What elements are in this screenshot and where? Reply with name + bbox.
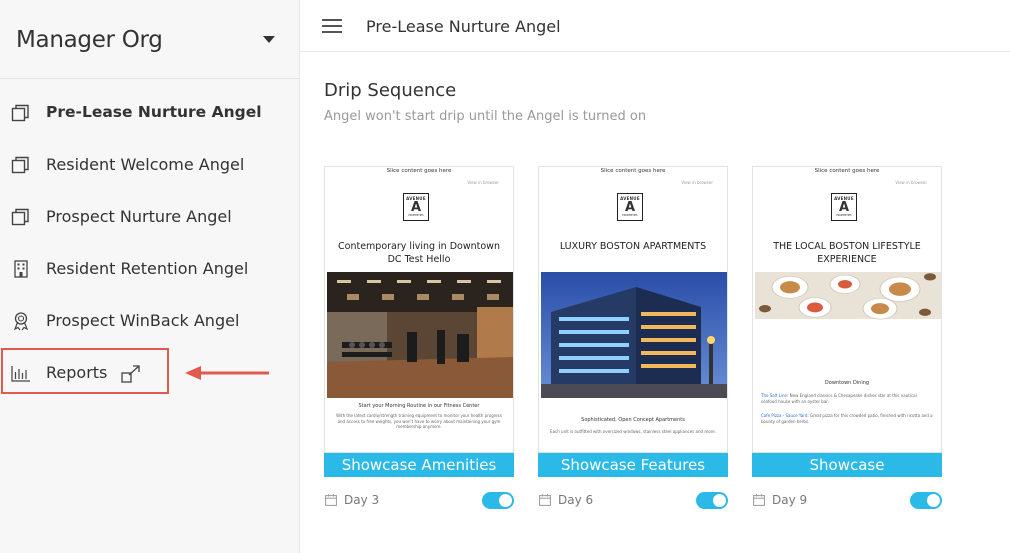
- preview-caption: Start your Morning Routine in our Fitnes…: [358, 403, 480, 409]
- org-name: Manager Org: [16, 27, 163, 53]
- preview-body: Each unit is outfitted with oversized wi…: [550, 429, 716, 434]
- section-subtitle: Angel won't start drip until the Angel i…: [324, 109, 647, 124]
- showcase-button[interactable]: Showcase: [752, 453, 942, 477]
- arrow-left-icon: [185, 366, 269, 380]
- reports-highlight-box: [1, 348, 169, 394]
- avenue-logo: AVENUE A PROPERTIES: [403, 193, 429, 221]
- sidebar-item-label: Prospect WinBack Angel: [46, 311, 240, 330]
- app: Manager Org Pre-Lease Nurture Angel Resi…: [0, 0, 1010, 553]
- sidebar-item-label: Resident Retention Angel: [46, 259, 249, 278]
- calendar-icon: [539, 494, 551, 506]
- sidebar-item-label: Pre-Lease Nurture Angel: [46, 103, 262, 121]
- email-preview[interactable]: Slice content goes here View in browser …: [538, 166, 728, 453]
- fitness-center-image: [327, 272, 513, 398]
- card-footer: Day 6: [538, 477, 728, 517]
- preview-body: The Salt Line: New England classics & Ch…: [761, 393, 917, 404]
- page-title: Pre-Lease Nurture Angel: [366, 17, 561, 36]
- building-icon: [14, 260, 28, 278]
- section-title: Drip Sequence: [324, 80, 457, 101]
- preview-caption: Downtown Dining: [824, 380, 870, 386]
- day-label: Day 6: [558, 493, 594, 507]
- email-preview[interactable]: Slice content goes here View in browser …: [752, 166, 942, 453]
- hamburger-menu-icon[interactable]: [322, 19, 342, 33]
- preview-top-text: Slice content goes here: [386, 168, 452, 174]
- sidebar-item-prospect-winback[interactable]: Prospect WinBack Angel: [0, 296, 299, 348]
- day-label: Day 9: [772, 493, 808, 507]
- preview-headline: Contemporary living in Downtown DC Test …: [338, 241, 500, 265]
- preview-view-link: View in browser: [895, 180, 927, 185]
- drip-card: Slice content goes here View in browser …: [324, 166, 514, 517]
- dining-table-image: [755, 272, 941, 320]
- preview-top-text: Slice content goes here: [600, 168, 666, 174]
- sidebar-item-prospect-nurture[interactable]: Prospect Nurture Angel: [0, 192, 299, 244]
- drip-card: Slice content goes here View in browser …: [538, 166, 728, 517]
- copy-icon: [11, 156, 29, 174]
- caret-down-icon[interactable]: [263, 36, 275, 43]
- sidebar-item-resident-welcome[interactable]: Resident Welcome Angel: [0, 140, 299, 192]
- drip-card: Slice content goes here View in browser …: [752, 166, 942, 517]
- drip-toggle[interactable]: [482, 492, 514, 509]
- card-footer: Day 3: [324, 477, 514, 517]
- preview-view-link: View in browser: [681, 180, 713, 185]
- preview-top-text: Slice content goes here: [814, 168, 880, 174]
- card-footer: Day 9: [752, 477, 942, 517]
- sidebar-item-resident-retention[interactable]: Resident Retention Angel: [0, 244, 299, 296]
- email-preview[interactable]: Slice content goes here View in browser …: [324, 166, 514, 453]
- avenue-logo: AVENUE A PROPERTIES: [617, 193, 643, 221]
- sidebar: Manager Org Pre-Lease Nurture Angel Resi…: [0, 0, 300, 553]
- calendar-icon: [325, 494, 337, 506]
- avenue-logo: AVENUE A PROPERTIES: [831, 193, 857, 221]
- topbar: Pre-Lease Nurture Angel: [300, 0, 1010, 52]
- day-label: Day 3: [344, 493, 380, 507]
- award-icon: [13, 312, 29, 331]
- preview-caption: Sophisticated, Open Concept Apartments: [581, 417, 685, 423]
- preview-headline: LUXURY BOSTON APARTMENTS: [559, 241, 707, 252]
- org-switcher[interactable]: Manager Org: [0, 0, 299, 79]
- copy-icon: [11, 208, 29, 226]
- showcase-amenities-button[interactable]: Showcase Amenities: [324, 453, 514, 477]
- sidebar-item-label: Resident Welcome Angel: [46, 155, 245, 174]
- copy-icon: [11, 104, 29, 122]
- calendar-icon: [753, 494, 765, 506]
- sidebar-item-pre-lease-nurture[interactable]: Pre-Lease Nurture Angel: [0, 88, 299, 140]
- apartment-building-image: [541, 272, 727, 398]
- preview-body: Cafe Pizza - Sauce Yard: Great pizza for…: [761, 413, 933, 424]
- drip-toggle[interactable]: [910, 492, 942, 509]
- preview-headline: THE LOCAL BOSTON LIFESTYLE EXPERIENCE: [773, 241, 921, 265]
- showcase-features-button[interactable]: Showcase Features: [538, 453, 728, 477]
- sidebar-item-label: Prospect Nurture Angel: [46, 207, 232, 226]
- drip-toggle[interactable]: [696, 492, 728, 509]
- preview-view-link: View in browser: [467, 180, 499, 185]
- preview-body: With the latest cardio/strength training…: [336, 413, 502, 429]
